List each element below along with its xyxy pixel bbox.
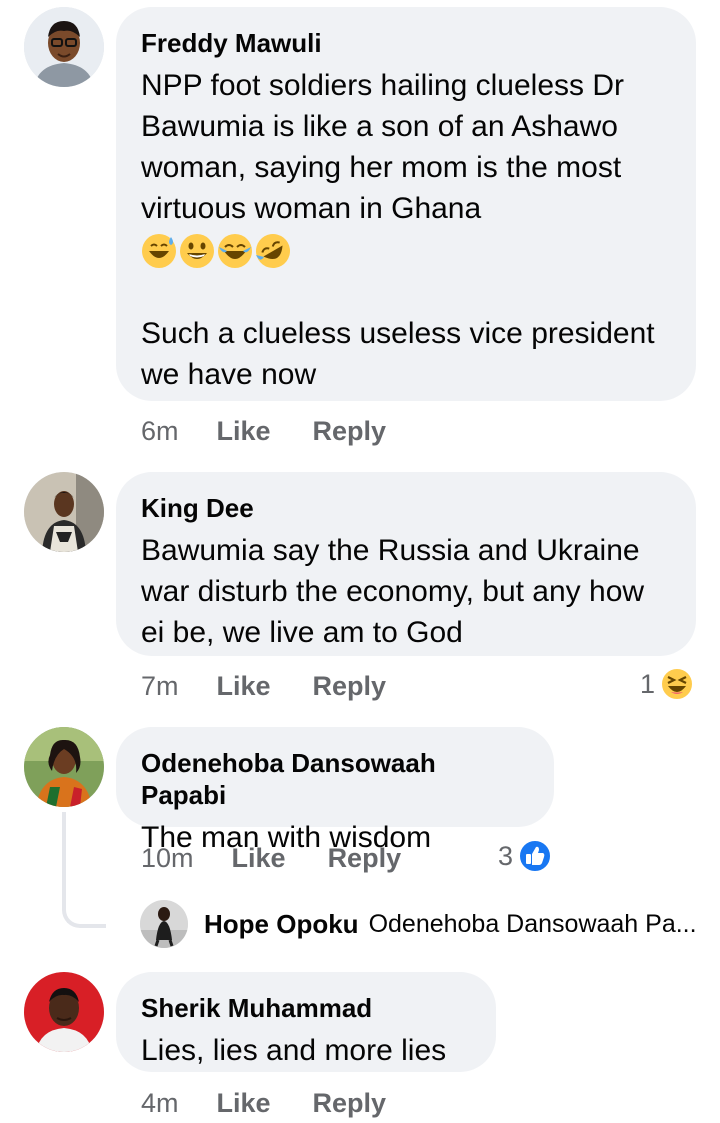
comment-bubble-king-dee: King Dee Bawumia say the Russia and Ukra… [116, 472, 696, 656]
comment-bubble-sherik: Sherik Muhammad Lies, lies and more lies [116, 972, 496, 1072]
like-button[interactable]: Like [232, 843, 286, 874]
comment-meta: 4m Like Reply [141, 1083, 386, 1123]
haha-emoji [659, 666, 695, 702]
comment-bubble-freddy: Freddy Mawuli NPP foot soldiers hailing … [116, 7, 696, 401]
comment-time: 6m [141, 415, 179, 446]
reply-thread-connector [62, 812, 106, 928]
reply-preview[interactable]: Hope Opoku Odenehoba Dansowaah Pa... [140, 900, 697, 948]
like-button[interactable]: Like [217, 671, 271, 702]
smile-emoji [179, 233, 215, 269]
sweat-smile-emoji [141, 233, 177, 269]
reply-button[interactable]: Reply [328, 843, 402, 874]
comment-meta: 10m Like Reply [141, 838, 401, 878]
comment-author[interactable]: King Dee [141, 492, 670, 524]
comment-text: NPP foot soldiers hailing clueless Dr Ba… [141, 69, 633, 225]
reaction-summary[interactable]: 3 [498, 836, 553, 876]
comment-time: 4m [141, 1087, 179, 1118]
like-emoji [517, 838, 553, 874]
comment-text: Bawumia say the Russia and Ukraine war d… [141, 534, 653, 649]
comment-meta: 7m Like Reply [141, 666, 386, 706]
avatar-hope-opoku[interactable] [140, 900, 188, 948]
comment-author[interactable]: Odenehoba Dansowaah Papabi [141, 747, 528, 811]
reply-button[interactable]: Reply [313, 1088, 387, 1119]
avatar-sherik-muhammad[interactable] [24, 972, 104, 1052]
emoji-row [141, 231, 670, 271]
rofl-emoji [255, 233, 291, 269]
avatar-odenehoba[interactable] [24, 727, 104, 807]
reaction-summary[interactable]: 1 [640, 664, 695, 704]
comment-meta: 6m Like Reply [141, 411, 386, 451]
avatar-king-dee[interactable] [24, 472, 104, 552]
like-button[interactable]: Like [217, 1088, 271, 1119]
reaction-count: 3 [498, 840, 514, 871]
avatar-freddy-mawuli[interactable] [24, 7, 104, 87]
comment-time: 10m [141, 842, 194, 873]
comment-author[interactable]: Sherik Muhammad [141, 992, 470, 1024]
comment-author[interactable]: Freddy Mawuli [141, 27, 670, 59]
reply-text: Odenehoba Dansowaah Pa... [368, 909, 697, 938]
laugh-tears-emoji [217, 233, 253, 269]
comment-text-2: Such a clueless useless vice president w… [141, 317, 663, 391]
comment-text: Lies, lies and more lies [141, 1034, 447, 1067]
reaction-count: 1 [640, 668, 656, 699]
like-button[interactable]: Like [217, 416, 271, 447]
comment-bubble-odenehoba: Odenehoba Dansowaah Papabi The man with … [116, 727, 554, 854]
reply-button[interactable]: Reply [313, 671, 387, 702]
reply-author[interactable]: Hope Opoku [204, 909, 359, 940]
comment-time: 7m [141, 670, 179, 701]
reply-button[interactable]: Reply [313, 416, 387, 447]
